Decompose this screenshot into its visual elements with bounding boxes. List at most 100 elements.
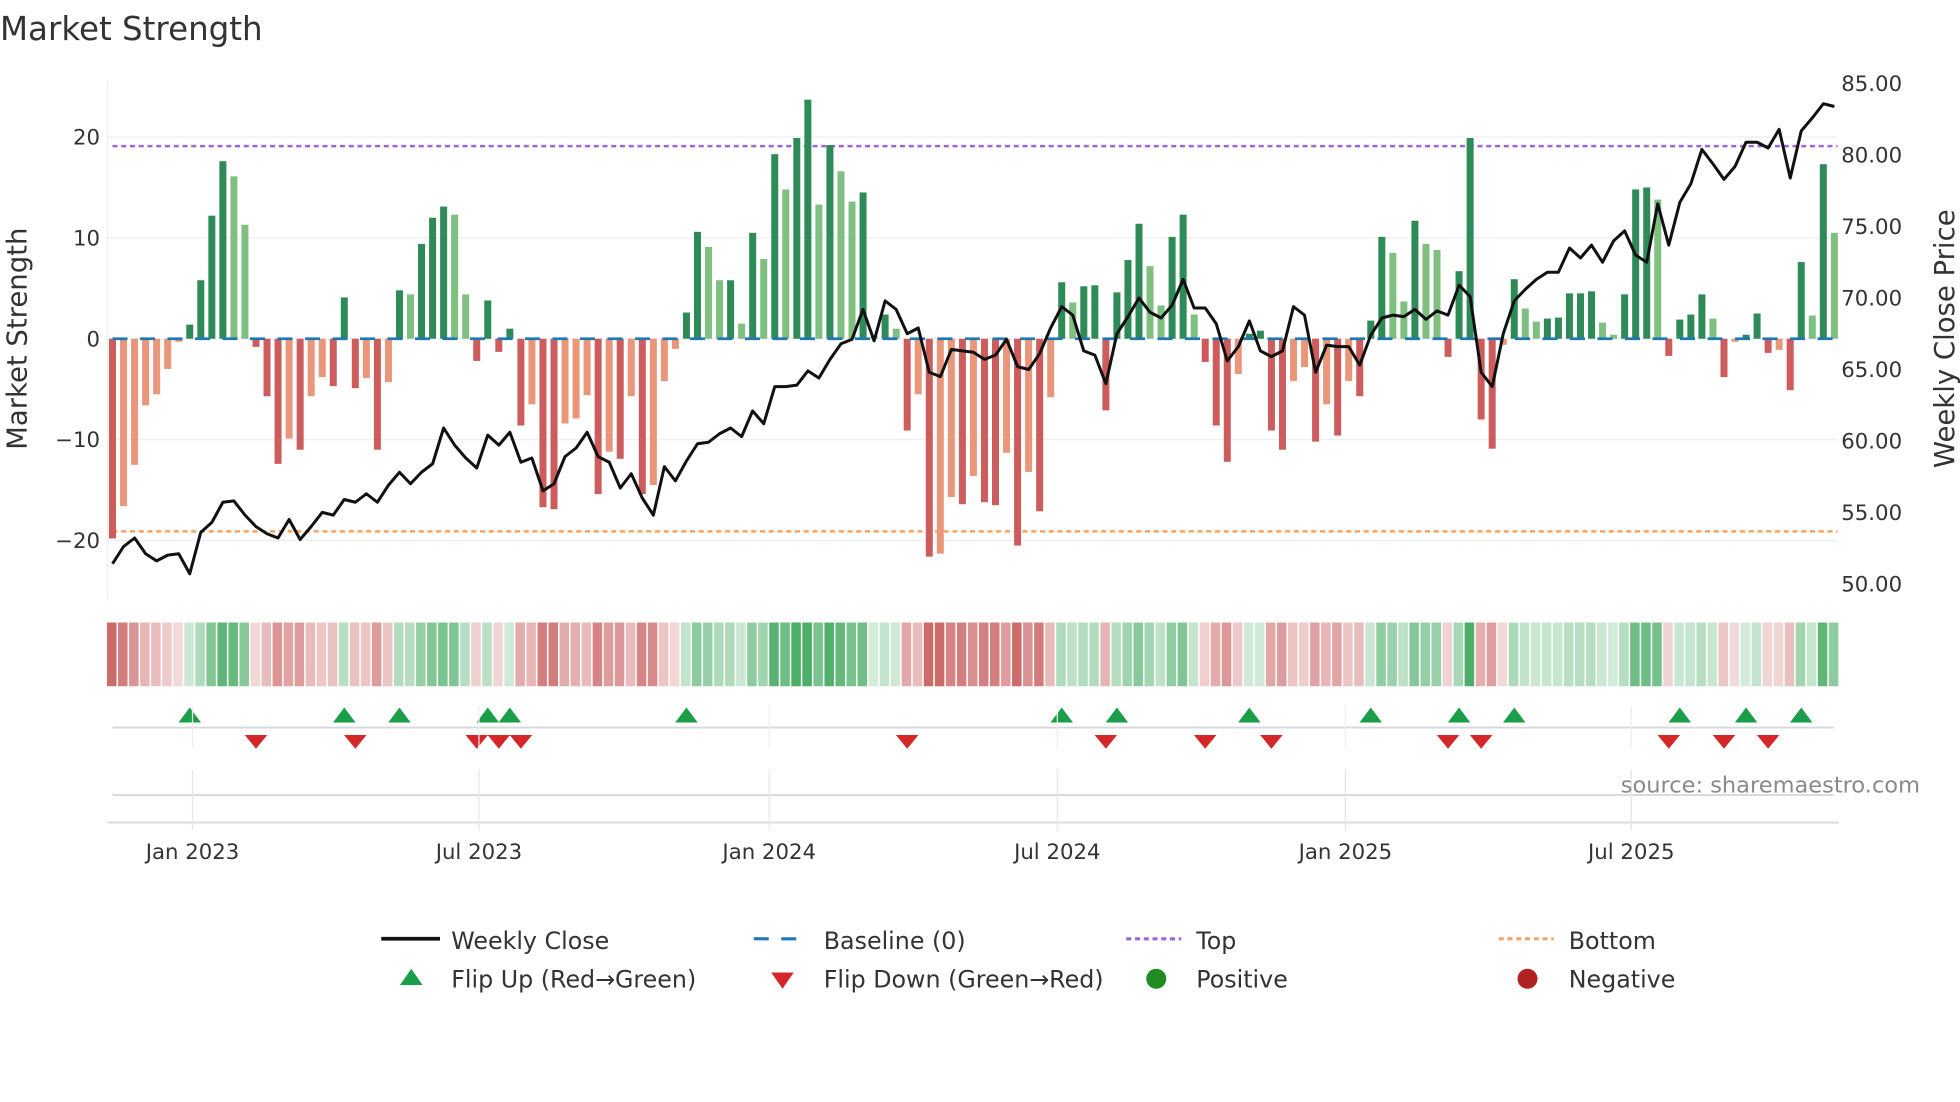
heat-strip-cell bbox=[978, 622, 989, 687]
strength-bar-negative bbox=[572, 338, 580, 419]
heat-strip-cell bbox=[1332, 622, 1342, 687]
y-axis-ticks: 20 10 0 −10 −20 bbox=[55, 126, 100, 554]
strength-bar-positive bbox=[793, 138, 801, 339]
strength-bar-positive bbox=[462, 294, 470, 339]
strength-bar-positive bbox=[1709, 318, 1717, 339]
strength-bar-positive bbox=[1157, 305, 1165, 339]
flip-markers-panel bbox=[107, 707, 1839, 824]
y2-axis-ticks: 85.00 80.00 75.00 70.00 65.00 60.00 55.00 50.00 bbox=[1841, 72, 1902, 597]
heat-strip-cell bbox=[680, 622, 691, 687]
heat-strip-cell bbox=[118, 622, 128, 687]
heat-strip-cell bbox=[1563, 622, 1574, 687]
heat-strip-cell bbox=[371, 622, 382, 687]
heat-strip-cell bbox=[305, 622, 316, 687]
heat-strip-cell bbox=[1641, 622, 1651, 687]
heat-strip-cell bbox=[1067, 622, 1077, 687]
strength-bar-positive bbox=[1422, 243, 1430, 339]
flip-up-marker bbox=[1238, 707, 1261, 723]
heat-strip-cell bbox=[1508, 622, 1519, 687]
strength-bar-positive bbox=[1190, 314, 1198, 339]
strength-bar-negative bbox=[583, 338, 591, 396]
strength-bar-negative bbox=[671, 338, 679, 349]
strength-bar-positive bbox=[186, 324, 194, 339]
heat-strip-cell bbox=[1486, 622, 1497, 687]
strength-bar-positive bbox=[1819, 164, 1827, 339]
heat-strip-cell bbox=[1232, 622, 1243, 687]
heat-strip-cell bbox=[1762, 622, 1773, 687]
heat-strip-cell bbox=[1144, 622, 1155, 687]
heat-strip-cell bbox=[1751, 622, 1762, 687]
heat-strip-cell bbox=[1376, 622, 1386, 687]
heat-strip-cell bbox=[1155, 622, 1166, 687]
strength-bar-negative bbox=[362, 338, 370, 379]
strength-bar-negative bbox=[627, 338, 635, 397]
strength-bar-negative bbox=[1036, 338, 1044, 512]
heat-strip-cell bbox=[1619, 622, 1629, 687]
heat-strip-cell bbox=[703, 622, 713, 687]
strength-bar-positive bbox=[484, 300, 492, 339]
heat-strip-cell bbox=[1574, 622, 1585, 687]
strength-bar-positive bbox=[506, 328, 514, 339]
heat-strip-cell bbox=[559, 622, 570, 687]
chart-title: Market Strength bbox=[0, 10, 263, 48]
source-label: source: sharemaestro.com bbox=[1621, 773, 1920, 799]
flip-up-marker bbox=[1359, 707, 1383, 723]
strength-bar-positive bbox=[395, 290, 403, 339]
strength-bar-positive bbox=[1554, 317, 1562, 339]
heat-strip-cell bbox=[405, 622, 415, 687]
strength-bar-positive bbox=[429, 217, 437, 339]
heat-strip-cell bbox=[912, 622, 923, 687]
heat-strip-cell bbox=[184, 622, 194, 687]
strength-bar-negative bbox=[903, 338, 911, 431]
strength-bar-negative bbox=[660, 338, 668, 382]
strength-bar-negative bbox=[473, 338, 481, 361]
heat-strip-cell bbox=[1210, 622, 1221, 687]
heat-strip-cell bbox=[1078, 622, 1088, 687]
flip-down-marker bbox=[1193, 735, 1217, 749]
heat-strip-cell bbox=[824, 622, 834, 687]
heat-strip-cell bbox=[901, 622, 912, 687]
legend-label: Bottom bbox=[1569, 927, 1656, 955]
strength-bar-positive bbox=[749, 232, 757, 339]
heat-strip-cell bbox=[1773, 622, 1784, 687]
heat-strip-cell bbox=[228, 622, 238, 687]
legend-label: Positive bbox=[1196, 966, 1288, 994]
strength-bar-negative bbox=[274, 338, 282, 464]
heat-strip-cell bbox=[725, 622, 735, 687]
strength-bar-positive bbox=[716, 280, 724, 339]
heat-strip-cell bbox=[1784, 622, 1795, 687]
heat-strip-cell bbox=[250, 622, 260, 687]
y-axis-label: Market Strength bbox=[1, 228, 33, 450]
strength-bar-positive bbox=[738, 323, 746, 339]
heat-strip-cell bbox=[1001, 622, 1011, 687]
strength-bar-negative bbox=[992, 338, 999, 506]
heat-strip-cell bbox=[1795, 622, 1806, 687]
heat-strip-cell bbox=[471, 622, 481, 687]
heat-strip-cell bbox=[1243, 622, 1254, 687]
strength-bar-negative bbox=[1356, 338, 1364, 397]
heat-strip-cell bbox=[879, 622, 890, 687]
strength-bar-positive bbox=[1621, 294, 1629, 339]
strength-bar-positive bbox=[1797, 262, 1805, 339]
strength-bar-positive bbox=[1599, 322, 1607, 339]
strength-bar-negative bbox=[517, 338, 525, 426]
heat-strip-cell bbox=[1387, 622, 1397, 687]
heat-strip-cell bbox=[846, 622, 857, 687]
heat-strip-cell bbox=[802, 622, 812, 687]
strength-bar-positive bbox=[407, 294, 415, 339]
strength-bar-negative bbox=[142, 338, 150, 406]
strength-bar-negative bbox=[1720, 338, 1728, 378]
strength-bar-positive bbox=[1521, 308, 1529, 339]
heat-strip-cell bbox=[107, 622, 117, 687]
flip-up-marker bbox=[1503, 707, 1526, 723]
y2-tick-label: 85.00 bbox=[1841, 72, 1902, 97]
flip-down-marker bbox=[1657, 735, 1681, 749]
heat-strip-cell bbox=[923, 622, 934, 687]
strength-bar-positive bbox=[881, 314, 889, 339]
y-tick-label: −10 bbox=[55, 428, 100, 453]
heat-strip-cell bbox=[1299, 622, 1309, 687]
strength-bar-negative bbox=[307, 338, 315, 397]
strength-bar-positive bbox=[693, 231, 701, 339]
heat-strip-cell bbox=[570, 622, 581, 687]
heat-strip-cell bbox=[1409, 622, 1419, 687]
